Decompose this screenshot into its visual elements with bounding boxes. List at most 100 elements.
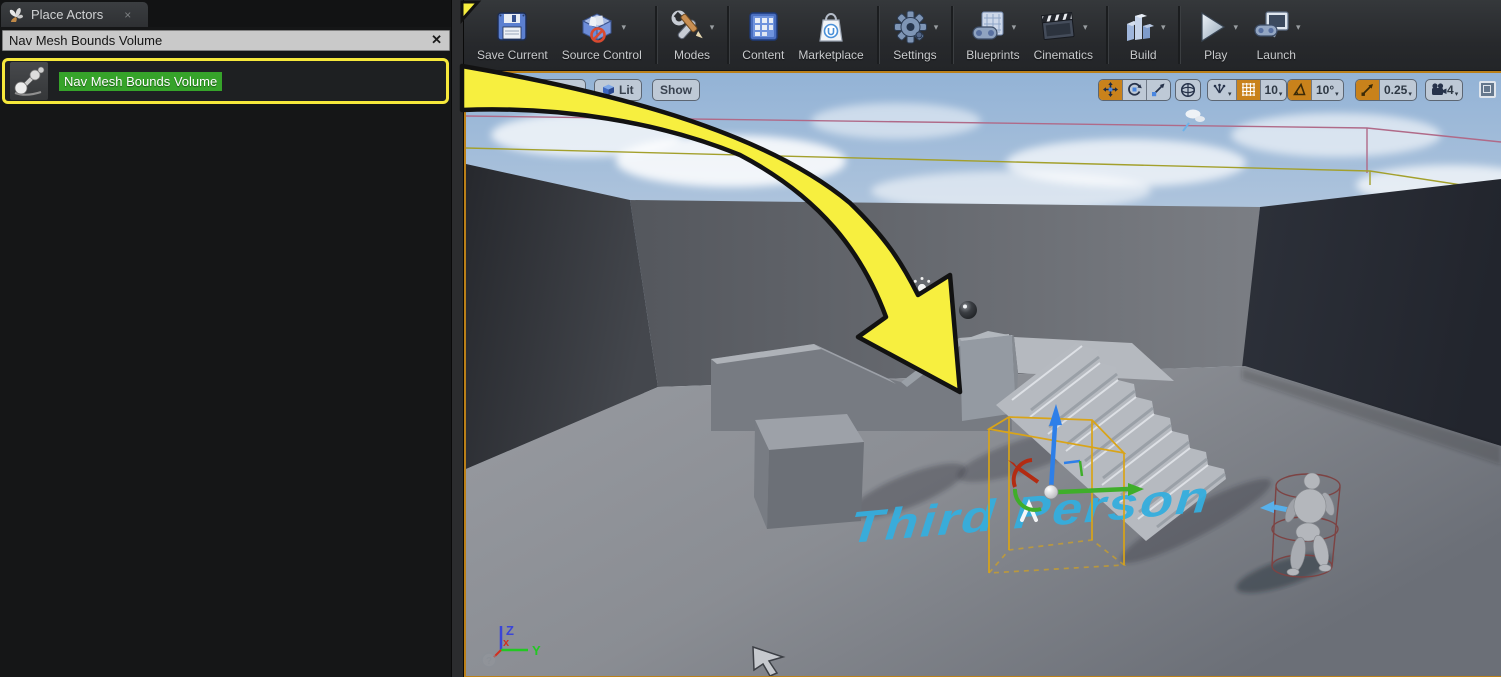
rotate-tool-icon xyxy=(1127,82,1142,97)
gizmo-y-axis xyxy=(1058,489,1128,492)
source-control-icon xyxy=(577,9,617,45)
build-button[interactable]: ▾ Build xyxy=(1114,3,1173,67)
marketplace-button[interactable]: Marketplace xyxy=(791,3,870,67)
rotate-tool-button[interactable] xyxy=(1122,80,1146,100)
dropdown-caret[interactable]: ▾ xyxy=(1233,22,1238,33)
svg-text:?: ? xyxy=(486,656,492,667)
scene-3d: Third Person xyxy=(466,73,1501,676)
place-actors-panel: Place Actors × ✕ Nav Mesh Bounds Volume xyxy=(0,0,451,677)
dropdown-caret[interactable]: ▾ xyxy=(1279,90,1283,100)
modes-icon xyxy=(670,9,706,45)
show-button[interactable]: Show xyxy=(652,79,700,101)
transform-tool-group xyxy=(1098,79,1171,101)
scale-snap-icon xyxy=(1360,82,1375,97)
launch-button[interactable]: ▾ Launch xyxy=(1245,3,1308,67)
toolbar-separator xyxy=(1178,6,1180,64)
scale-snap-toggle-button[interactable] xyxy=(1356,80,1379,100)
gizmo-center xyxy=(1044,485,1058,499)
main-toolbar: Save Current ▾ Source Control xyxy=(464,0,1501,71)
angle-snap-icon xyxy=(1292,82,1307,97)
viewport-options-button[interactable] xyxy=(470,79,500,101)
move-tool-icon xyxy=(1103,82,1118,97)
grid-snap-group: ▾ 10▾ xyxy=(1207,79,1287,101)
tab-label: Place Actors xyxy=(31,7,103,22)
dropdown-caret[interactable]: ▾ xyxy=(1408,90,1412,100)
scale-snap-group: 0.25▾ xyxy=(1355,79,1417,101)
blueprints-icon xyxy=(970,9,1008,45)
panel-tab-bar: Place Actors × xyxy=(0,0,451,27)
axis-z-label: Z xyxy=(506,623,514,638)
panel-empty-area xyxy=(0,107,451,677)
save-current-button[interactable]: Save Current xyxy=(470,3,555,67)
dropdown-caret[interactable]: ▾ xyxy=(1228,90,1232,100)
tab-close-icon[interactable]: × xyxy=(124,8,131,22)
place-actors-icon xyxy=(8,7,24,23)
rotation-snap-group: 10°▾ xyxy=(1287,79,1344,101)
play-button[interactable]: ▾ Play xyxy=(1186,3,1245,67)
dropdown-caret[interactable]: ▾ xyxy=(1296,22,1301,33)
scale-snap-value-button[interactable]: 0.25▾ xyxy=(1379,80,1416,100)
dropdown-caret[interactable]: ▾ xyxy=(1335,90,1339,100)
content-button[interactable]: Content xyxy=(735,3,791,67)
surface-snap-button[interactable]: ▾ xyxy=(1208,80,1236,100)
content-icon xyxy=(745,9,781,45)
search-input[interactable] xyxy=(2,30,450,51)
dropdown-caret[interactable]: ▾ xyxy=(621,22,626,33)
dropdown-caret[interactable]: ▾ xyxy=(1161,22,1166,33)
rotation-snap-value-button[interactable]: 10°▾ xyxy=(1311,80,1343,100)
viewport[interactable]: Third Person xyxy=(464,71,1501,677)
unreal-editor-window: Place Actors × ✕ Nav Mesh Bounds Volume xyxy=(0,0,1501,677)
dropdown-caret[interactable]: ▾ xyxy=(1012,22,1017,33)
save-icon xyxy=(494,9,530,45)
help-icon[interactable]: ? xyxy=(482,653,496,667)
search-result-row[interactable]: Nav Mesh Bounds Volume xyxy=(2,58,449,104)
toolbar-separator xyxy=(655,6,657,64)
view-mode-lit-button[interactable]: Lit xyxy=(594,79,642,101)
settings-button[interactable]: ▾ Settings xyxy=(885,3,946,67)
lit-cube-icon xyxy=(602,83,615,96)
surface-snap-icon xyxy=(1212,82,1227,97)
toolbar-separator xyxy=(1106,6,1108,64)
camera-icon xyxy=(1430,82,1447,97)
launch-icon xyxy=(1252,9,1292,45)
dropdown-caret[interactable]: ▾ xyxy=(1083,22,1088,33)
world-local-toggle-button[interactable] xyxy=(1176,80,1200,100)
tab-place-actors[interactable]: Place Actors × xyxy=(1,2,148,27)
reflection-sphere-sprite[interactable] xyxy=(959,301,977,319)
nav-mesh-bounds-icon xyxy=(10,62,48,100)
show-label: Show xyxy=(660,83,692,97)
panel-splitter[interactable] xyxy=(451,0,464,677)
rotation-snap-toggle-button[interactable] xyxy=(1288,80,1311,100)
move-tool-button[interactable] xyxy=(1099,80,1122,100)
main-area: Save Current ▾ Source Control xyxy=(464,0,1501,677)
camera-speed-group: 4▾ xyxy=(1425,79,1463,101)
toolbar-separator xyxy=(951,6,953,64)
source-control-button[interactable]: ▾ Source Control xyxy=(555,3,649,67)
search-row: ✕ xyxy=(2,30,450,51)
viewport-perspective-button[interactable] xyxy=(504,79,586,101)
dropdown-caret[interactable]: ▾ xyxy=(1455,90,1459,100)
blueprints-button[interactable]: ▾ Blueprints xyxy=(959,3,1026,67)
clear-search-icon[interactable]: ✕ xyxy=(431,32,442,48)
scale-tool-button[interactable] xyxy=(1146,80,1170,100)
result-label: Nav Mesh Bounds Volume xyxy=(59,72,222,91)
grid-snap-toggle-button[interactable] xyxy=(1236,80,1260,100)
toolbar-separator xyxy=(877,6,879,64)
cinematics-button[interactable]: ▾ Cinematics xyxy=(1027,3,1100,67)
marketplace-icon xyxy=(813,9,849,45)
grid-icon xyxy=(1241,82,1256,97)
dropdown-caret[interactable]: ▾ xyxy=(710,22,715,33)
grid-snap-value-button[interactable]: 10▾ xyxy=(1260,80,1287,100)
settings-icon xyxy=(892,9,930,45)
dropdown-caret[interactable]: ▾ xyxy=(934,22,939,33)
lit-label: Lit xyxy=(619,83,634,97)
cinematics-icon xyxy=(1039,9,1079,45)
axis-x-label: x xyxy=(503,637,510,649)
scale-tool-icon xyxy=(1151,82,1166,97)
axis-y-label: Y xyxy=(532,643,541,658)
toolbar-separator xyxy=(727,6,729,64)
build-icon xyxy=(1121,9,1157,45)
camera-speed-button[interactable]: 4▾ xyxy=(1426,80,1462,100)
restore-viewport-icon[interactable] xyxy=(1479,81,1496,98)
modes-button[interactable]: ▾ Modes xyxy=(663,3,722,67)
